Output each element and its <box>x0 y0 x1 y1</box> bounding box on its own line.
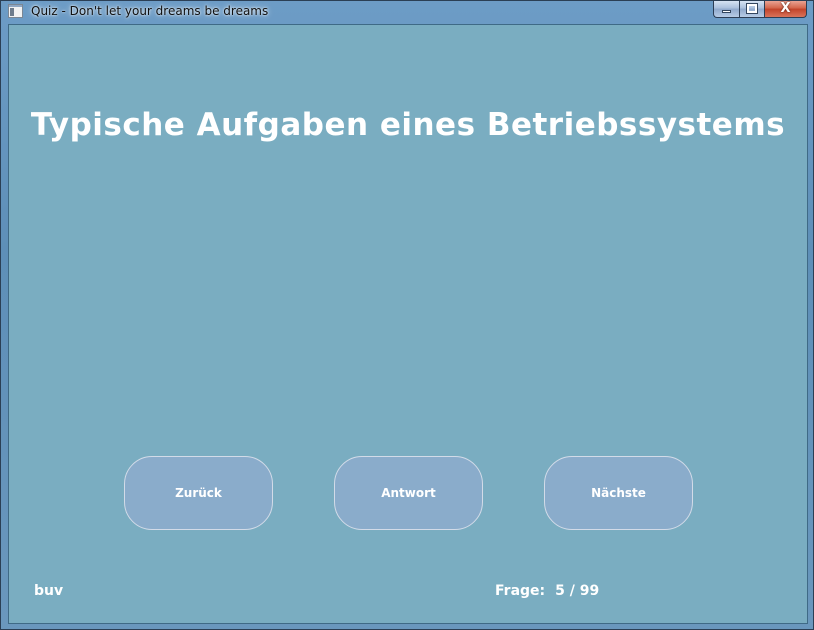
close-icon: X <box>780 1 791 16</box>
close-button[interactable]: X <box>764 1 807 18</box>
minimize-button[interactable] <box>713 1 739 18</box>
maximize-icon <box>746 3 758 14</box>
window-title: Quiz - Don't let your dreams be dreams <box>31 4 269 18</box>
question-title: Typische Aufgaben eines Betriebssystems <box>30 107 786 143</box>
minimize-icon <box>722 10 731 13</box>
user-name: buv <box>34 583 64 599</box>
question-progress: 5 / 99 <box>555 583 600 599</box>
app-icon[interactable] <box>8 4 23 18</box>
maximize-button[interactable] <box>739 1 764 18</box>
next-button-label: Nächste <box>591 486 646 500</box>
app-window: Quiz - Don't let your dreams be dreams X… <box>0 0 814 630</box>
back-button-label: Zurück <box>175 486 222 500</box>
quiz-content-area: Typische Aufgaben eines Betriebssystems … <box>8 24 808 624</box>
answer-button-label: Antwort <box>381 486 436 500</box>
question-counter: Frage: 5 / 99 <box>495 583 599 599</box>
title-bar[interactable]: Quiz - Don't let your dreams be dreams X <box>1 1 813 23</box>
answer-button[interactable]: Antwort <box>334 456 483 530</box>
window-controls: X <box>713 1 807 18</box>
next-button[interactable]: Nächste <box>544 456 693 530</box>
question-label: Frage: <box>495 583 546 599</box>
back-button[interactable]: Zurück <box>124 456 273 530</box>
